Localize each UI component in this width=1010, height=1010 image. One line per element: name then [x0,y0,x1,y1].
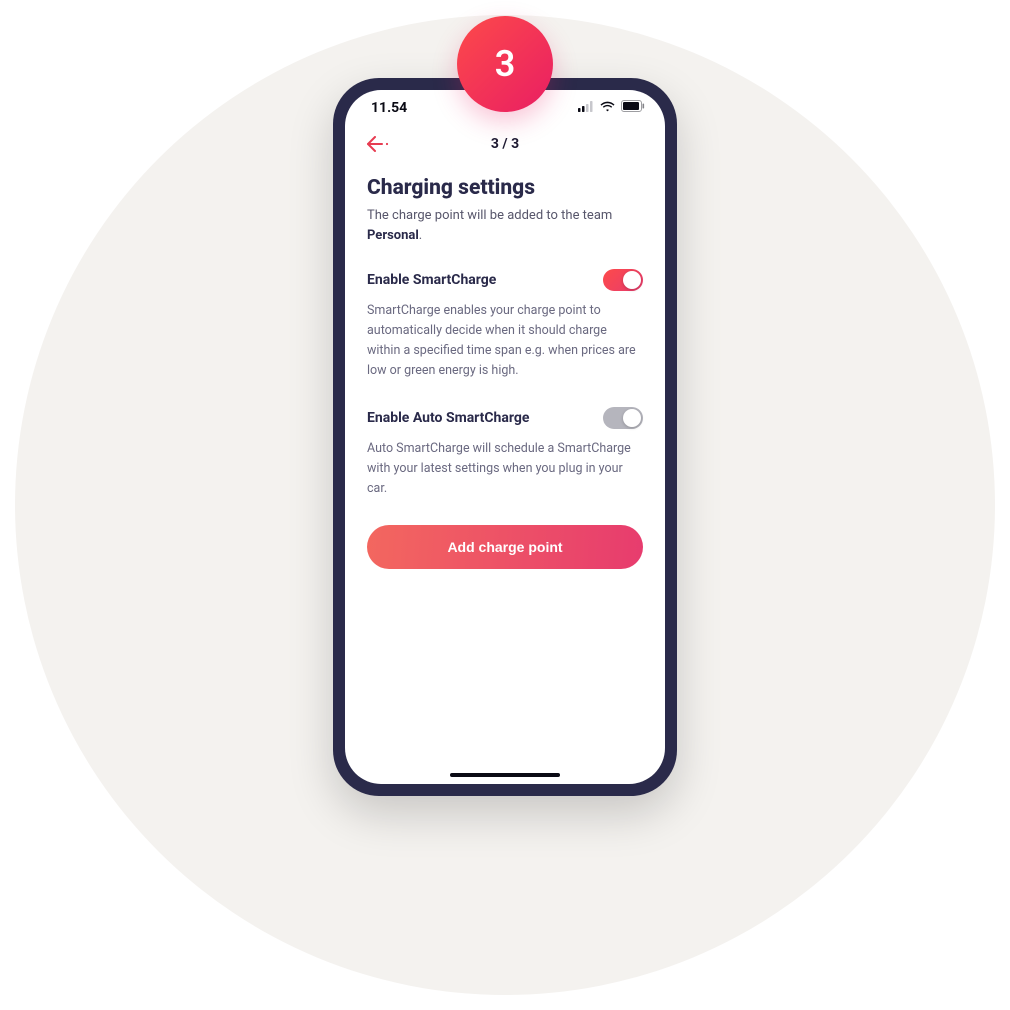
team-name: Personal [367,228,419,243]
wifi-icon [600,100,615,116]
nav-bar: 3 / 3 [345,126,665,162]
smartcharge-setting-row: Enable SmartCharge [367,269,643,291]
statusbar-time: 11.54 [371,100,407,116]
back-button[interactable] [367,136,389,152]
step-indicator: 3 / 3 [491,136,519,152]
subtext-prefix: The charge point will be added to the te… [367,208,612,223]
auto-smartcharge-setting-row: Enable Auto SmartCharge [367,407,643,429]
toggle-knob [623,271,641,289]
page-title: Charging settings [367,176,643,200]
battery-icon [621,100,645,116]
step-number: 3 [495,43,516,85]
smartcharge-toggle[interactable] [603,269,643,291]
cellular-icon [578,100,594,116]
add-charge-point-button[interactable]: Add charge point [367,525,643,569]
phone-screen: 11.54 [345,90,665,784]
page-subtext: The charge point will be added to the te… [367,206,643,245]
auto-smartcharge-toggle[interactable] [603,407,643,429]
screen-content: Charging settings The charge point will … [345,162,665,784]
smartcharge-description: SmartCharge enables your charge point to… [367,301,643,381]
toggle-knob [623,409,641,427]
home-indicator[interactable] [450,773,560,777]
subtext-suffix: . [419,228,422,243]
step-number-badge: 3 [457,16,553,112]
auto-smartcharge-description: Auto SmartCharge will schedule a SmartCh… [367,439,643,499]
phone-frame: 11.54 [333,78,677,796]
smartcharge-label: Enable SmartCharge [367,272,496,288]
arrow-left-icon [367,136,389,152]
statusbar-icons [578,100,645,116]
cta-label: Add charge point [447,539,562,555]
auto-smartcharge-label: Enable Auto SmartCharge [367,410,529,426]
